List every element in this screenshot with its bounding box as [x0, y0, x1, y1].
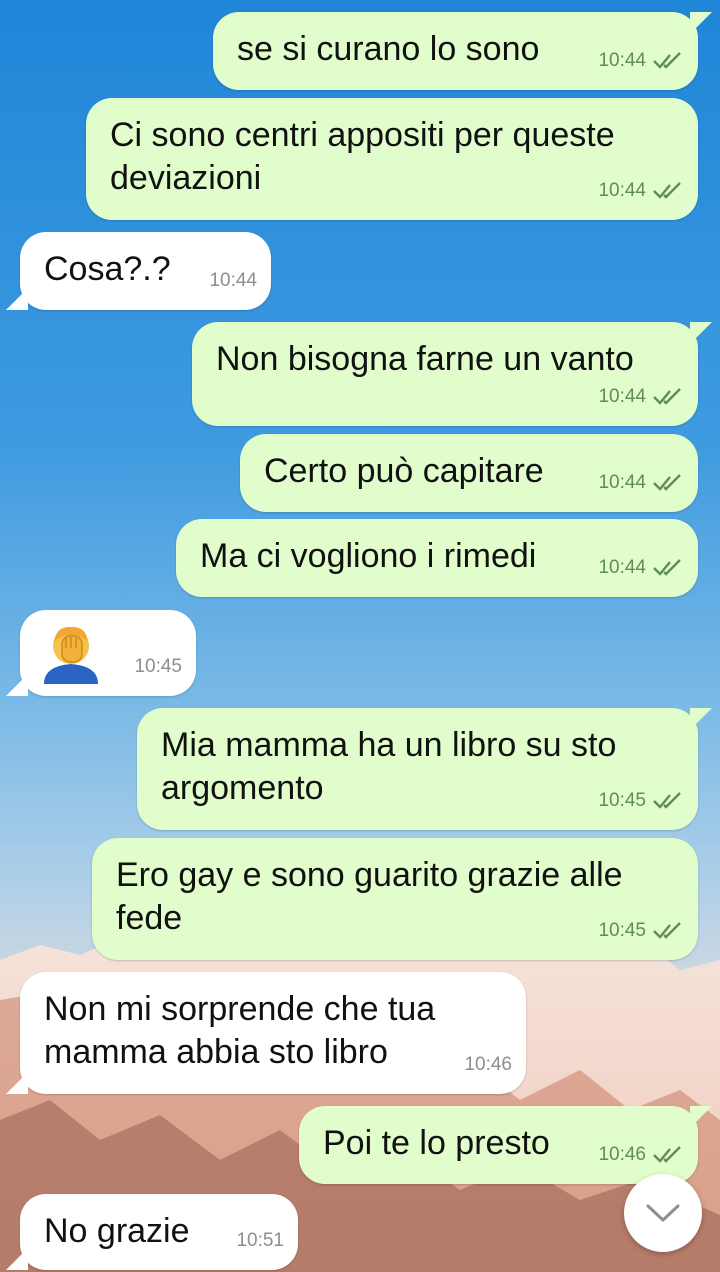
message-meta: 10:46 — [598, 1133, 684, 1176]
message-time: 10:44 — [598, 180, 646, 201]
message-text: Ma ci vogliono i rimedi — [200, 537, 537, 575]
message-meta: 10:44 — [598, 546, 684, 589]
message-outgoing[interactable]: se si curano lo sono 10:44 — [213, 12, 712, 90]
face-palm-person-icon — [44, 626, 98, 684]
message-text: Mia mamma ha un libro su sto argomento — [161, 726, 626, 807]
message-meta: 10:44 — [598, 461, 684, 504]
message-meta: 10:44 — [209, 259, 257, 302]
message-meta: 10:44 — [598, 39, 684, 82]
double-check-icon — [653, 791, 681, 809]
double-check-icon — [653, 558, 681, 576]
message-meta: 10:45 — [598, 779, 684, 822]
double-check-icon — [653, 387, 681, 405]
message-time: 10:51 — [236, 1230, 284, 1251]
message-time: 10:44 — [598, 557, 646, 578]
message-meta: 10:44 — [598, 169, 684, 212]
message-text: Non mi sorprende che tua mamma abbia sto… — [44, 990, 445, 1071]
message-outgoing[interactable]: Poi te lo presto 10:46 — [299, 1106, 712, 1184]
double-check-icon — [653, 181, 681, 199]
chevron-down-icon — [646, 1204, 680, 1222]
scroll-to-bottom-button[interactable] — [624, 1174, 702, 1252]
message-outgoing[interactable]: Ero gay e sono guarito grazie alle fede … — [92, 838, 698, 960]
message-meta: 10:45 — [134, 645, 182, 688]
double-check-icon — [653, 473, 681, 491]
double-check-icon — [653, 51, 681, 69]
message-time: 10:45 — [134, 656, 182, 677]
message-meta: 10:45 — [598, 909, 684, 952]
message-time: 10:44 — [598, 50, 646, 71]
message-time: 10:45 — [598, 920, 646, 941]
message-text: Cosa?.? — [44, 250, 171, 288]
double-check-icon — [653, 1145, 681, 1163]
message-text: Poi te lo presto — [323, 1124, 550, 1162]
message-meta: 10:46 — [464, 1043, 512, 1086]
message-text: Ero gay e sono guarito grazie alle fede — [116, 856, 632, 937]
message-outgoing[interactable]: Ma ci vogliono i rimedi 10:44 — [176, 519, 698, 597]
message-outgoing[interactable]: Mia mamma ha un libro su sto argomento 1… — [137, 708, 712, 830]
message-time: 10:44 — [209, 270, 257, 291]
message-outgoing[interactable]: Ci sono centri appositi per queste devia… — [86, 98, 698, 220]
message-incoming[interactable]: Cosa?.? 10:44 — [6, 232, 271, 310]
message-time: 10:46 — [598, 1144, 646, 1165]
message-text: Certo può capitare — [264, 452, 544, 490]
message-text: se si curano lo sono — [237, 30, 540, 68]
message-time: 10:45 — [598, 790, 646, 811]
message-time: 10:46 — [464, 1054, 512, 1075]
message-outgoing[interactable]: Non bisogna farne un vanto 10:44 — [192, 322, 712, 426]
double-check-icon — [653, 921, 681, 939]
message-time: 10:44 — [598, 386, 646, 407]
message-incoming[interactable]: 10:45 — [6, 610, 196, 696]
message-incoming[interactable]: No grazie 10:51 — [6, 1194, 298, 1270]
message-text: No grazie — [44, 1212, 190, 1250]
message-outgoing[interactable]: Certo può capitare 10:44 — [240, 434, 698, 512]
message-text: Non bisogna farne un vanto — [216, 340, 634, 378]
chat-area[interactable]: se si curano lo sono 10:44 Ci sono centr… — [0, 0, 720, 1272]
message-incoming[interactable]: Non mi sorprende che tua mamma abbia sto… — [6, 972, 526, 1094]
message-text: Ci sono centri appositi per queste devia… — [110, 116, 625, 197]
message-meta: 10:44 — [598, 375, 684, 418]
message-time: 10:44 — [598, 472, 646, 493]
message-meta: 10:51 — [236, 1219, 284, 1262]
